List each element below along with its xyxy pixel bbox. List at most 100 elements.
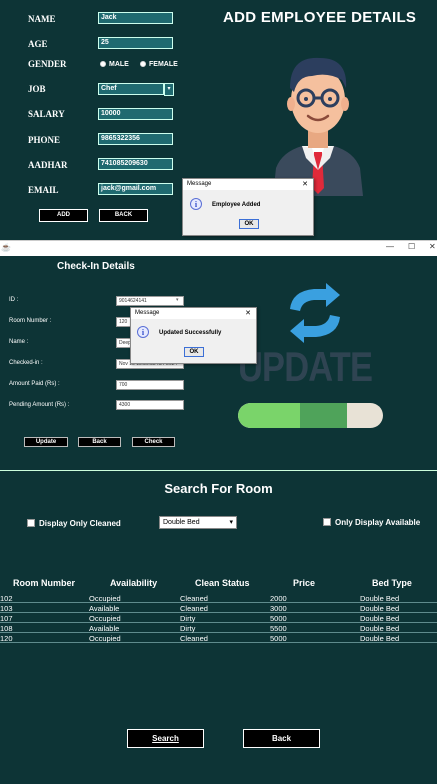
paid-label: Amount Paid (Rs) : (9, 381, 60, 387)
pending-label: Pending Amount (Rs) : (9, 402, 70, 408)
dialog-title: Message (187, 181, 212, 187)
bed-type-value: Double Bed (163, 519, 200, 526)
bed-type-cell: Double Bed (360, 594, 400, 603)
chevron-down-icon[interactable]: ▾ (164, 83, 174, 96)
employee-added-dialog: Message ✕ i Employee Added OK (182, 178, 314, 236)
column-header: Price (293, 578, 316, 588)
bed-type-cell: Double Bed (360, 634, 400, 643)
column-header: Clean Status (195, 578, 250, 588)
info-icon: i (190, 198, 202, 210)
checkbox-icon (323, 518, 331, 526)
refresh-icon (290, 283, 340, 343)
id-select[interactable]: 9014624141 (116, 296, 184, 306)
checkin-label: Checked-in : (9, 360, 43, 366)
info-icon: i (137, 326, 149, 338)
phone-field[interactable]: 9865322356 (98, 133, 173, 145)
availability-cell: Occupied (89, 594, 121, 603)
name-label: Name : (9, 339, 29, 345)
table-row[interactable]: 120 Occupied Cleaned 5000 Double Bed (0, 633, 437, 643)
bed-type-select[interactable]: Double Bed ▾ (159, 516, 237, 529)
table-row[interactable]: 108 Available Dirty 5500 Double Bed (0, 623, 437, 633)
gender-label: GENDER (28, 59, 67, 69)
room-number-cell: 102 (0, 594, 13, 603)
female-radio[interactable]: FEMALE (140, 61, 178, 68)
back-button[interactable]: BACK (99, 209, 148, 222)
salary-label: SALARY (28, 109, 65, 119)
price-cell: 5500 (270, 624, 287, 633)
java-app-icon: ☕ (1, 243, 11, 252)
availability-cell: Occupied (89, 614, 121, 623)
clean-status-cell: Cleaned (180, 594, 208, 603)
table-row[interactable]: 107 Occupied Dirty 5000 Double Bed (0, 613, 437, 623)
dialog-message: Employee Added (212, 202, 261, 208)
clean-status-cell: Cleaned (180, 604, 208, 613)
only-cleaned-checkbox[interactable]: Display Only Cleaned (27, 519, 121, 528)
availability-cell: Available (89, 624, 120, 633)
column-header: Room Number (13, 578, 76, 588)
back-button[interactable]: Back (78, 437, 121, 447)
paid-field[interactable]: 700 (116, 380, 184, 390)
check-button[interactable]: Check (132, 437, 175, 447)
close-icon[interactable]: ✕ (302, 180, 308, 188)
dialog-titlebar: Message ✕ (131, 308, 256, 319)
progress-fill-shade (300, 403, 347, 428)
name-field[interactable]: Jack (98, 12, 173, 24)
add-button[interactable]: ADD (39, 209, 88, 222)
maximize-icon[interactable]: ☐ (408, 242, 415, 251)
back-button[interactable]: Back (243, 729, 320, 748)
age-field[interactable]: 25 (98, 37, 173, 49)
update-image-text: UPDATE (238, 343, 373, 390)
close-icon[interactable]: ✕ (429, 242, 436, 251)
pending-field[interactable]: 4300 (116, 400, 184, 410)
column-header: Availability (110, 578, 158, 588)
table-row[interactable]: 103 Available Cleaned 3000 Double Bed (0, 603, 437, 613)
updated-dialog: Message ✕ i Updated Successfully OK (130, 307, 257, 364)
dialog-title: Message (135, 310, 160, 316)
availability-cell: Available (89, 604, 120, 613)
radio-dot-icon (100, 61, 106, 68)
ok-button[interactable]: OK (184, 347, 204, 357)
email-field[interactable]: jack@gmail.com (98, 183, 173, 195)
page-title: ADD EMPLOYEE DETAILS (223, 9, 417, 26)
progress-fill (238, 403, 347, 428)
room-label: Room Number : (9, 318, 52, 324)
add-employee-panel: NAME Jack AGE 25 GENDER MALE FEMALE JOB … (0, 0, 437, 240)
close-icon[interactable]: ✕ (245, 309, 251, 317)
column-header: Bed Type (372, 578, 412, 588)
phone-label: PHONE (28, 135, 61, 145)
table-row[interactable]: 102 Occupied Cleaned 2000 Double Bed (0, 593, 437, 603)
only-available-checkbox[interactable]: Only Display Available (323, 518, 420, 527)
only-available-label: Only Display Available (335, 518, 421, 527)
bed-type-cell: Double Bed (360, 604, 400, 613)
window-titlebar: ☕ — ☐ ✕ (0, 241, 437, 256)
dialog-message: Updated Successfully (159, 330, 222, 336)
job-select[interactable]: Chef (98, 83, 164, 95)
email-label: EMAIL (28, 185, 59, 195)
price-cell: 5000 (270, 634, 287, 643)
checkin-title: Check-In Details (57, 261, 135, 272)
price-cell: 5000 (270, 614, 287, 623)
update-button[interactable]: Update (24, 437, 68, 447)
male-radio-label: MALE (109, 61, 129, 68)
price-cell: 3000 (270, 604, 287, 613)
ok-button[interactable]: OK (239, 219, 259, 229)
price-cell: 2000 (270, 594, 287, 603)
salary-field[interactable]: 10000 (98, 108, 173, 120)
progress-bar (238, 403, 383, 428)
male-radio[interactable]: MALE (100, 61, 129, 68)
checkbox-icon (27, 519, 35, 527)
employee-avatar-icon (273, 57, 363, 196)
bed-type-cell: Double Bed (360, 614, 400, 623)
aadhar-field[interactable]: 741085209630 (98, 158, 173, 170)
minimize-icon[interactable]: — (386, 242, 394, 251)
only-cleaned-label: Display Only Cleaned (39, 519, 121, 528)
search-button[interactable]: Search (127, 729, 204, 748)
name-label: NAME (28, 14, 56, 24)
dialog-titlebar: Message ✕ (183, 179, 313, 190)
availability-cell: Occupied (89, 634, 121, 643)
room-number-cell: 103 (0, 604, 13, 613)
clean-status-cell: Dirty (180, 624, 196, 633)
chevron-down-icon: ▾ (176, 297, 179, 303)
female-radio-label: FEMALE (149, 61, 178, 68)
clean-status-cell: Cleaned (180, 634, 208, 643)
